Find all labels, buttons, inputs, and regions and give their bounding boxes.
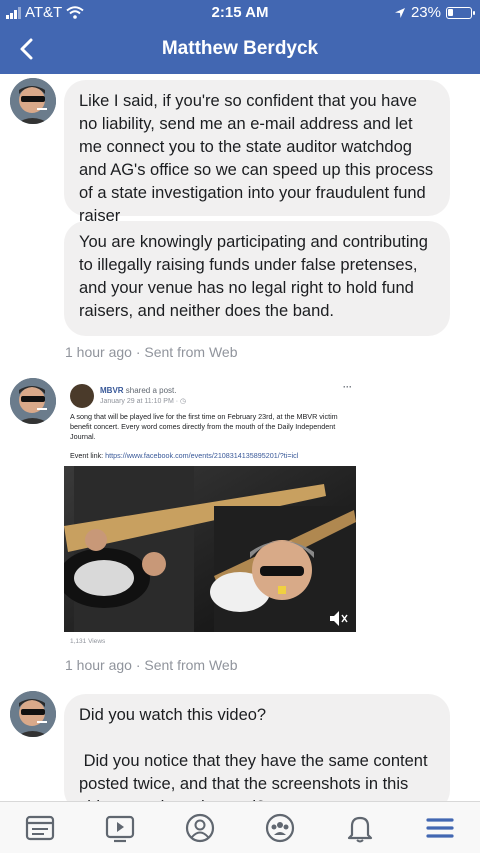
post-link[interactable]: https://www.facebook.com/events/21083141…	[105, 451, 298, 460]
post-author[interactable]: MBVR	[100, 386, 124, 395]
avatar[interactable]	[10, 378, 56, 424]
avatar[interactable]	[10, 78, 56, 124]
message-bubble[interactable]: Like I said, if you're so confident that…	[64, 80, 450, 225]
status-bar: AT&T 2:15 AM 23%	[0, 0, 480, 24]
message-text: Like I said, if you're so confident that…	[79, 92, 438, 225]
globe-icon: ◷	[180, 398, 187, 405]
post-text: A song that will be played live for the …	[70, 412, 338, 441]
more-options-icon[interactable]: ···	[343, 382, 352, 392]
message-timestamp: 1 hour ago · Sent from Web	[65, 344, 238, 360]
conversation-header: Matthew Berdyck	[0, 24, 480, 74]
avatar[interactable]	[10, 691, 56, 737]
location-arrow-icon	[394, 7, 405, 18]
post-date: January 29 at 11:10 PM · ◷	[100, 398, 187, 405]
message-bubble[interactable]: Did you watch this video? Did you notice…	[64, 694, 450, 816]
post-header: MBVR shared a post.	[100, 386, 176, 395]
groups-icon[interactable]	[262, 810, 298, 846]
battery-icon	[446, 6, 475, 19]
notifications-icon[interactable]	[342, 810, 378, 846]
battery-percent: 23%	[410, 4, 441, 21]
post-link-label: Event link:	[70, 451, 106, 460]
contact-name[interactable]: Matthew Berdyck	[0, 38, 480, 60]
video-thumbnail[interactable]	[64, 466, 356, 632]
bottom-tab-bar	[0, 801, 480, 853]
watch-icon[interactable]	[102, 810, 138, 846]
shared-post-card[interactable]: MBVR shared a post. January 29 at 11:10 …	[64, 378, 358, 650]
profile-icon[interactable]	[182, 810, 218, 846]
message-bubble[interactable]: You are knowingly participating and cont…	[64, 221, 450, 336]
menu-icon[interactable]	[422, 810, 458, 846]
post-author-avatar	[70, 384, 94, 408]
view-count: 1,131 Views	[70, 638, 106, 645]
post-action: shared a post.	[123, 386, 177, 395]
message-text: You are knowingly participating and cont…	[79, 233, 433, 320]
top-bar: AT&T 2:15 AM 23% Matthew Berdyck	[0, 0, 480, 74]
news-feed-icon[interactable]	[22, 810, 58, 846]
post-link-line: Event link: https://www.facebook.com/eve…	[70, 451, 354, 460]
message-timestamp: 1 hour ago · Sent from Web	[65, 657, 238, 673]
